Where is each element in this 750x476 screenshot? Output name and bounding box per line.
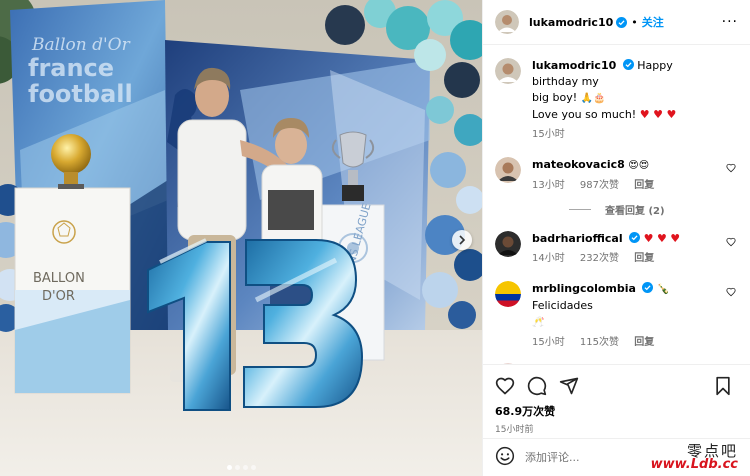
caption-time: 15小时 <box>532 129 565 140</box>
caption-text-line2: big boy! <box>532 91 578 104</box>
svg-text:football: football <box>28 80 133 108</box>
comment-button[interactable] <box>527 376 547 396</box>
svg-text:france: france <box>28 54 114 82</box>
post-actions: 68.9万次赞 15小时前 <box>483 364 750 435</box>
comment-like-count[interactable]: 232次赞 <box>580 253 619 264</box>
instagram-post-modal: Ballon d'Or france football BALLON D'OR … <box>0 0 750 476</box>
separator-dot: • <box>631 15 638 29</box>
reply-button[interactable]: 回复 <box>634 180 654 191</box>
view-replies-button[interactable]: 查看回复 (2) <box>569 202 738 217</box>
comment-username[interactable]: badrharioffical <box>532 232 623 245</box>
red-heart-emoji-icon: ♥ ♥ ♥ <box>643 232 681 245</box>
emoji-picker-button[interactable] <box>495 446 515 469</box>
comment-time: 15小时 <box>532 337 565 348</box>
verified-badge-icon <box>616 16 628 28</box>
heart-eyes-emoji-icon: 😍😍 <box>628 160 650 171</box>
caption-meta: 15小时 <box>532 127 720 143</box>
avatar[interactable] <box>495 58 521 84</box>
cl-trophy <box>339 131 367 168</box>
reply-button[interactable]: 回复 <box>634 337 654 348</box>
share-button[interactable] <box>559 376 579 396</box>
avatar[interactable] <box>495 10 519 34</box>
comment-meta: 13小时 987次赞 回复 <box>532 178 720 194</box>
verified-badge-icon <box>629 232 641 243</box>
carousel-dot <box>242 465 248 470</box>
comment-username[interactable]: mateokovacic8 <box>532 158 625 171</box>
carousel-indicator <box>0 465 482 470</box>
post-header: lukamodric10 • 关注 ··· <box>483 0 750 45</box>
reply-button[interactable]: 回复 <box>634 253 654 264</box>
caption-username[interactable]: lukamodric10 <box>532 59 616 72</box>
comment-item: mrblingcolombia 🍾 Felicidades 🥂 15小时 115… <box>495 281 738 351</box>
comment-text: Felicidades <box>532 299 593 312</box>
caption-text-line3: Love you so much! <box>532 108 637 121</box>
comment-like-count[interactable]: 115次赞 <box>580 337 619 348</box>
avatar[interactable] <box>495 157 521 183</box>
avatar[interactable] <box>495 281 521 307</box>
author-username[interactable]: lukamodric10 <box>529 16 613 29</box>
post-time: 15小时前 <box>495 425 534 435</box>
comment-input[interactable] <box>525 451 635 464</box>
save-button[interactable] <box>714 376 732 396</box>
caption: lukamodric10 Happy birthday my big boy! … <box>495 58 738 143</box>
comment-time: 14小时 <box>532 253 565 264</box>
watermark-url: www.Ldb.cc <box>650 456 738 472</box>
avatar[interactable] <box>495 231 521 257</box>
carousel-dot <box>250 465 256 470</box>
watermark: 零点吧 www.Ldb.cc <box>650 441 738 472</box>
like-count[interactable]: 68.9万次赞 <box>495 403 738 419</box>
heart-icon[interactable] <box>726 163 736 173</box>
comments-list[interactable]: lukamodric10 Happy birthday my big boy! … <box>483 46 750 364</box>
carousel-dot <box>234 465 240 470</box>
post-photo[interactable]: Ballon d'Or france football BALLON D'OR … <box>0 0 482 476</box>
comment-meta: 14小时 232次赞 回复 <box>532 251 720 267</box>
verified-badge-icon <box>642 282 654 293</box>
cake-emoji-icon: 🎂 <box>593 93 606 104</box>
more-icon[interactable]: ··· <box>722 14 738 30</box>
share-icon <box>559 377 579 395</box>
backdrop-sign-text: Ballon d'Or <box>31 35 131 55</box>
pedestal-label-1: BALLON <box>33 271 85 286</box>
pedestal-label-2: D'OR <box>42 289 75 304</box>
carousel-dot <box>226 465 232 470</box>
carousel-next-button[interactable] <box>452 230 472 250</box>
verified-badge-icon <box>622 59 634 70</box>
heart-icon[interactable] <box>726 237 736 247</box>
comment-like-count[interactable]: 987次赞 <box>580 180 619 191</box>
heart-icon <box>495 377 515 395</box>
chevron-right-icon <box>459 235 466 245</box>
divider <box>569 209 591 210</box>
follow-button[interactable]: 关注 <box>642 14 664 30</box>
save-icon <box>716 376 730 396</box>
comment-item: mateokovacic8 😍😍 13小时 987次赞 回复 <box>495 157 738 194</box>
photo-illustration: Ballon d'Or france football BALLON D'OR … <box>0 0 482 476</box>
heart-icon[interactable] <box>726 287 736 297</box>
add-comment-bar: 零点吧 www.Ldb.cc <box>483 438 750 476</box>
comment-time: 13小时 <box>532 180 565 191</box>
like-button[interactable] <box>495 376 515 396</box>
comment-username[interactable]: mrblingcolombia <box>532 282 636 295</box>
red-heart-emoji-icon: ♥ ♥ ♥ <box>639 108 677 121</box>
praying-hands-emoji-icon: 🙏 <box>580 93 594 104</box>
ballon-dor-trophy <box>51 134 91 174</box>
clinking-glasses-emoji-icon: 🥂 <box>532 317 545 328</box>
post-side-panel: lukamodric10 • 关注 ··· lukamodric10 Happy… <box>482 0 750 476</box>
view-replies-label: 查看回复 (2) <box>605 206 665 217</box>
bottle-emoji-icon: 🍾 <box>656 284 670 295</box>
comment-item: badrharioffical ♥ ♥ ♥ 14小时 232次赞 回复 <box>495 231 738 267</box>
comment-meta: 15小时 115次赞 回复 <box>532 335 720 351</box>
watermark-cn: 零点吧 <box>686 441 738 460</box>
smile-icon <box>495 446 515 466</box>
comment-icon <box>527 376 547 396</box>
